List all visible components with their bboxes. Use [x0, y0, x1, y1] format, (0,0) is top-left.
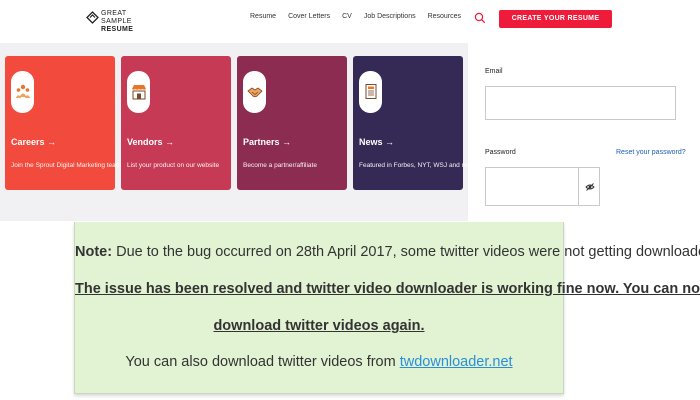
- card-title: News →: [359, 137, 395, 147]
- card-news[interactable]: News → Featured in Forbes, NYT, WSJ and …: [353, 56, 476, 190]
- notice-box: Note: Due to the bug occurred on 28th Ap…: [74, 222, 700, 394]
- team-icon: [15, 84, 30, 98]
- card-title: Vendors →: [127, 137, 175, 147]
- brand-logo[interactable]: GREAT SAMPLE RESUME: [86, 9, 166, 33]
- card-description: Featured in Forbes, NYT, WSJ and more: [359, 162, 477, 169]
- email-label: Email: [485, 68, 503, 75]
- top-navbar: GREAT SAMPLE RESUME Resume Cover Letters…: [0, 0, 700, 42]
- card-description: List your product on our website: [127, 162, 220, 169]
- card-icon-badge: [127, 71, 150, 113]
- create-resume-button[interactable]: CREATE YOUR RESUME: [499, 10, 612, 28]
- card-icon-badge: [243, 71, 266, 113]
- notice-line-3: download twitter videos again.: [213, 318, 425, 334]
- card-careers[interactable]: Careers → Join the Sprout Digital Market…: [5, 56, 148, 190]
- notice-prefix: Note:: [75, 244, 113, 260]
- nav-link-cover-letters[interactable]: Cover Letters: [288, 13, 330, 20]
- reset-password-link[interactable]: Reset your password?: [616, 149, 686, 156]
- handshake-icon: [246, 87, 263, 98]
- nav-link-resources[interactable]: Resources: [428, 13, 461, 20]
- card-title: Partners →: [243, 137, 292, 147]
- eye-off-icon: [584, 182, 595, 191]
- logo-text-great: GREAT: [101, 10, 127, 17]
- logo-text-sample: SAMPLE: [101, 18, 132, 25]
- notice-line-4: You can also download twitter videos fro…: [75, 354, 563, 370]
- card-description: Become a partner/affiliate: [243, 162, 317, 169]
- nav-link-cv[interactable]: CV: [342, 13, 352, 20]
- card-partners[interactable]: Partners → Become a partner/affiliate: [237, 56, 347, 190]
- nav-link-resume[interactable]: Resume: [250, 13, 276, 20]
- storefront-icon: [131, 85, 146, 100]
- card-icon-badge: [11, 71, 34, 113]
- notice-line-1: Note: Due to the bug occurred on 28th Ap…: [75, 244, 700, 260]
- search-icon[interactable]: [474, 12, 486, 24]
- card-title: Careers →: [11, 137, 57, 147]
- password-label: Password: [485, 149, 516, 156]
- logo-mark-icon: [86, 11, 99, 24]
- notice-line-1-text: Due to the bug occurred on 28th April 20…: [112, 244, 700, 260]
- nav-links: Resume Cover Letters CV Job Descriptions…: [250, 13, 473, 20]
- email-field[interactable]: [485, 86, 676, 120]
- toggle-password-visibility[interactable]: [578, 168, 600, 205]
- notice-line-2: The issue has been resolved and twitter …: [75, 281, 700, 297]
- newspaper-icon: [365, 84, 376, 99]
- notice-line-4-text: You can also download twitter videos fro…: [125, 354, 400, 370]
- card-vendors[interactable]: Vendors → List your product on our websi…: [121, 56, 231, 190]
- card-icon-badge: [359, 71, 382, 113]
- twdownloader-link[interactable]: twdownloader.net: [400, 354, 513, 370]
- nav-link-job-descriptions[interactable]: Job Descriptions: [364, 13, 416, 20]
- logo-text-resume: RESUME: [101, 26, 134, 33]
